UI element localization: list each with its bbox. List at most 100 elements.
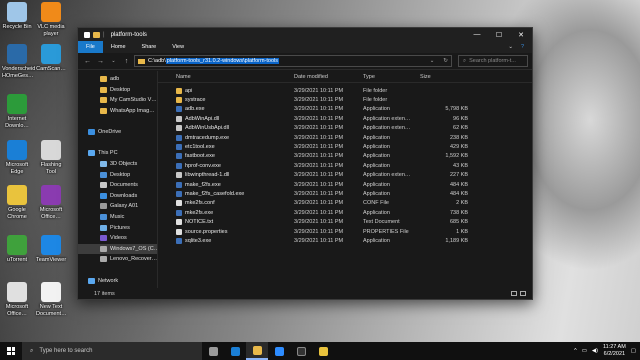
taskbar-edge-button[interactable] bbox=[224, 342, 246, 360]
tab-share[interactable]: Share bbox=[134, 41, 165, 53]
file-row[interactable]: dmtracedump.exe 3/29/2021 10:11 PM Applica… bbox=[158, 133, 532, 142]
desktop-icon[interactable]: uTorrent bbox=[2, 235, 32, 264]
address-dropdown-icon[interactable]: ⌄ bbox=[427, 58, 438, 64]
tab-view[interactable]: View bbox=[164, 41, 192, 53]
notifications-icon[interactable]: ▢ bbox=[631, 348, 636, 354]
up-button[interactable]: ↑ bbox=[121, 56, 132, 67]
file-row[interactable]: adb.exe 3/29/2021 10:11 PM Application 5,79… bbox=[158, 105, 532, 114]
file-row[interactable]: libwinpthread-1.dll 3/29/2021 10:11 PM App… bbox=[158, 171, 532, 180]
back-button[interactable]: ← bbox=[82, 56, 93, 67]
desktop-icon[interactable]: TeamViewer bbox=[36, 235, 66, 264]
expand-ribbon-icon[interactable]: ⌄ bbox=[508, 44, 513, 50]
network-icon[interactable]: ▭ bbox=[582, 348, 587, 354]
music-icon bbox=[100, 214, 107, 221]
file-row[interactable]: fastboot.exe 3/29/2021 10:11 PM Applicatio… bbox=[158, 152, 532, 161]
file-type: Application bbox=[363, 181, 390, 188]
sidebar-item[interactable]: Pictures bbox=[78, 222, 157, 233]
taskbar-search[interactable]: ⌕ Type here to search bbox=[22, 342, 202, 360]
desktop-icon[interactable]: Internet Downlo… bbox=[2, 94, 32, 129]
file-row[interactable]: AdbWinUsbApi.dll 3/29/2021 10:11 PM Applic… bbox=[158, 124, 532, 133]
sidebar-item[interactable]: My CamStudio V… bbox=[78, 95, 157, 106]
clock[interactable]: 11:27 AM 6/2/2021 bbox=[603, 344, 626, 358]
forward-button[interactable]: → bbox=[95, 56, 106, 67]
desktop-icon-label: Google Chrome bbox=[7, 207, 27, 220]
search-input[interactable]: Search platform-t... bbox=[469, 58, 516, 64]
sidebar-item[interactable]: Network bbox=[78, 275, 157, 286]
file-row[interactable]: mke2fs.exe 3/29/2021 10:11 PM Application 7… bbox=[158, 208, 532, 217]
address-bar[interactable]: C:\adb\platform-tools_r31.0.2-windows\pl… bbox=[134, 55, 452, 67]
sidebar-item[interactable]: Videos bbox=[78, 233, 157, 244]
sidebar-item[interactable]: Music bbox=[78, 212, 157, 223]
details-view-icon[interactable] bbox=[511, 291, 517, 296]
taskbar-search-input[interactable]: Type here to search bbox=[39, 348, 92, 354]
close-button[interactable]: ✕ bbox=[510, 28, 532, 41]
column-date-modified[interactable]: Date modified bbox=[294, 74, 328, 80]
desktop-icon[interactable]: Microsoft Office… bbox=[36, 185, 66, 220]
taskbar-chrome-button[interactable] bbox=[312, 342, 334, 360]
date: 6/2/2021 bbox=[603, 351, 626, 357]
desktop-icon[interactable]: VLC media player bbox=[36, 2, 66, 37]
desktop-icon[interactable]: New Text Document… bbox=[36, 282, 67, 317]
file-row[interactable]: source.properties 3/29/2021 10:11 PM PROPE… bbox=[158, 227, 532, 236]
file-type: Application bbox=[363, 209, 390, 216]
file-row[interactable]: sqlite3.exe 3/29/2021 10:11 PM Application… bbox=[158, 236, 532, 245]
minimize-button[interactable]: — bbox=[466, 28, 488, 41]
tab-file[interactable]: File bbox=[78, 41, 103, 53]
file-row[interactable]: systrace 3/29/2021 10:11 PM File folder bbox=[158, 95, 532, 104]
search-box[interactable]: ⌕ Search platform-t... bbox=[458, 55, 528, 67]
desktop-icon[interactable]: CamScan… bbox=[36, 44, 66, 73]
sidebar-item[interactable]: This PC bbox=[78, 148, 157, 159]
taskbar-task-view-button[interactable] bbox=[202, 342, 224, 360]
recent-locations-icon[interactable]: ⌄ bbox=[108, 56, 119, 67]
desktop-icon[interactable]: Flashing Tool bbox=[36, 140, 66, 175]
file-row[interactable]: etc1tool.exe 3/29/2021 10:11 PM Applicatio… bbox=[158, 142, 532, 151]
task-view-icon bbox=[208, 346, 218, 356]
file-row[interactable]: hprof-conv.exe 3/29/2021 10:11 PM Applicat… bbox=[158, 161, 532, 170]
taskbar-file-explorer-button[interactable] bbox=[246, 342, 268, 360]
sidebar-item[interactable]: 3D Objects bbox=[78, 159, 157, 170]
sidebar-item[interactable]: Lenovo_Recover… bbox=[78, 254, 157, 265]
file-date: 3/29/2021 10:11 PM bbox=[294, 191, 344, 198]
sidebar-item[interactable]: WhatsApp Imag… bbox=[78, 106, 157, 117]
file-row[interactable]: make_f2fs_casefold.exe 3/29/2021 10:11 PM… bbox=[158, 189, 532, 198]
file-row[interactable]: mke2fs.conf 3/29/2021 10:11 PM CONF File 2 … bbox=[158, 199, 532, 208]
file-type: File folder bbox=[363, 97, 388, 104]
column-type[interactable]: Type bbox=[363, 74, 375, 80]
sidebar-item[interactable]: Windows7_OS (C… bbox=[78, 243, 157, 255]
start-button[interactable] bbox=[0, 342, 22, 360]
file-row[interactable]: NOTICE.txt 3/29/2021 10:11 PM Text Documen… bbox=[158, 218, 532, 227]
tab-home[interactable]: Home bbox=[103, 41, 134, 53]
desktop-icon bbox=[100, 171, 107, 178]
address-text[interactable]: C:\adb\platform-tools_r31.0.2-windows\pl… bbox=[148, 58, 280, 64]
sidebar-item[interactable]: Downloads bbox=[78, 191, 157, 202]
desktop-icon[interactable]: Microsoft Office… bbox=[2, 282, 32, 317]
volume-icon[interactable]: ◀) bbox=[592, 348, 598, 354]
desktop-icon[interactable]: Microsoft Edge bbox=[2, 140, 32, 175]
file-row[interactable]: make_f2fs.exe 3/29/2021 10:11 PM Applicati… bbox=[158, 180, 532, 189]
app-icon bbox=[7, 44, 27, 64]
taskbar-zoom-button[interactable] bbox=[268, 342, 290, 360]
taskbar-terminal-button[interactable] bbox=[290, 342, 312, 360]
refresh-icon[interactable]: ↻ bbox=[440, 58, 451, 64]
sidebar-item[interactable]: Galaxy A01 bbox=[78, 201, 157, 212]
file-row[interactable]: api 3/29/2021 10:11 PM File folder bbox=[158, 86, 532, 95]
sidebar-item[interactable]: Documents bbox=[78, 180, 157, 191]
desktop-icon[interactable]: Google Chrome bbox=[2, 185, 32, 220]
column-name[interactable]: Name bbox=[176, 74, 191, 80]
sidebar-item[interactable]: Desktop bbox=[78, 85, 157, 96]
drive-icon bbox=[100, 256, 107, 263]
file-row[interactable]: AdbWinApi.dll 3/29/2021 10:11 PM Applicati… bbox=[158, 114, 532, 123]
sidebar-item[interactable]: adb bbox=[78, 74, 157, 85]
sidebar-item[interactable]: Desktop bbox=[78, 169, 157, 180]
show-hidden-icons[interactable]: ^ bbox=[574, 348, 577, 354]
sidebar-item[interactable]: OneDrive bbox=[78, 127, 157, 138]
window-menu-icon[interactable] bbox=[84, 31, 90, 38]
desktop-icon[interactable]: Vonderscheid HOmeGes… bbox=[2, 44, 35, 79]
large-icons-view-icon[interactable] bbox=[520, 291, 526, 296]
sidebar-item-label: This PC bbox=[98, 150, 118, 157]
maximize-button[interactable]: ☐ bbox=[488, 28, 510, 41]
desktop-icon[interactable]: Recycle Bin bbox=[2, 2, 32, 31]
column-size[interactable]: Size bbox=[420, 74, 466, 80]
help-icon[interactable]: ? bbox=[521, 44, 524, 50]
title-bar[interactable]: | platform-tools — ☐ ✕ bbox=[78, 28, 532, 41]
